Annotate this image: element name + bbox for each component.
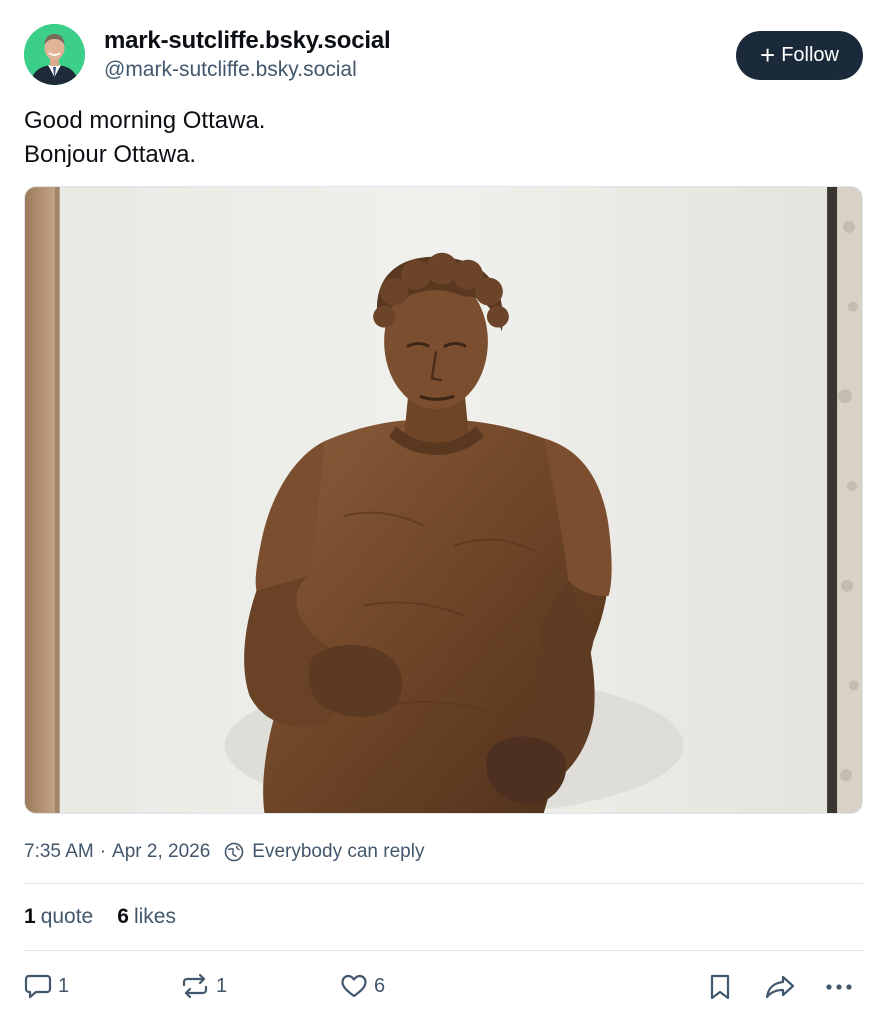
heart-icon xyxy=(341,974,367,998)
quote-count-link[interactable]: 1 quote xyxy=(24,905,93,929)
post-time[interactable]: 7:35 AM xyxy=(24,841,94,863)
post-actions: 1 1 6 xyxy=(24,951,863,1023)
like-label: likes xyxy=(133,905,176,928)
post-card: mark-sutcliffe.bsky.social @mark-sutclif… xyxy=(24,22,863,1023)
post-stats: 1 quote 6 likes xyxy=(24,884,863,950)
avatar[interactable] xyxy=(24,24,85,85)
like-button[interactable]: 6 xyxy=(340,973,385,999)
bookmark-button[interactable] xyxy=(708,973,732,1001)
globe-icon xyxy=(224,842,244,862)
quote-count: 1 xyxy=(24,905,36,928)
meta-separator: · xyxy=(99,841,107,862)
follow-button-label: Follow xyxy=(781,44,839,66)
avatar-photo-icon xyxy=(24,24,85,85)
post-text: Good morning Ottawa. Bonjour Ottawa. xyxy=(24,104,863,172)
share-icon xyxy=(765,975,795,999)
like-count: 6 xyxy=(117,905,129,928)
follow-button[interactable]: + Follow xyxy=(736,31,863,80)
bronze-statue-photo-icon xyxy=(25,187,862,813)
more-options-button[interactable] xyxy=(824,973,856,1001)
post-text-line: Bonjour Ottawa. xyxy=(24,141,197,168)
post-image[interactable] xyxy=(24,186,863,814)
reply-icon xyxy=(24,974,52,999)
more-icon xyxy=(826,984,852,990)
repost-button[interactable]: 1 xyxy=(180,973,227,999)
post-text-line: Good morning Ottawa. xyxy=(24,107,266,134)
post-meta: 7:35 AM · Apr 2, 2026 Everybody can repl… xyxy=(24,838,863,866)
reply-button[interactable]: 1 xyxy=(24,973,69,999)
like-count-link[interactable]: 6 likes xyxy=(117,905,176,929)
author-names: mark-sutcliffe.bsky.social @mark-sutclif… xyxy=(104,26,391,84)
plus-icon: + xyxy=(760,39,776,70)
reply-count: 1 xyxy=(58,974,70,997)
repost-count: 1 xyxy=(216,974,228,997)
author-handle[interactable]: @mark-sutcliffe.bsky.social xyxy=(104,56,390,84)
repost-icon xyxy=(182,973,208,999)
bookmark-icon xyxy=(710,974,730,1000)
share-button[interactable] xyxy=(764,973,796,1001)
reply-setting: Everybody can reply xyxy=(252,841,425,862)
like-count-action: 6 xyxy=(374,974,386,997)
post-header: mark-sutcliffe.bsky.social @mark-sutclif… xyxy=(24,22,863,86)
author-display-name[interactable]: mark-sutcliffe.bsky.social xyxy=(104,26,391,56)
quote-label: quote xyxy=(40,905,94,928)
post-date[interactable]: Apr 2, 2026 xyxy=(112,841,210,863)
